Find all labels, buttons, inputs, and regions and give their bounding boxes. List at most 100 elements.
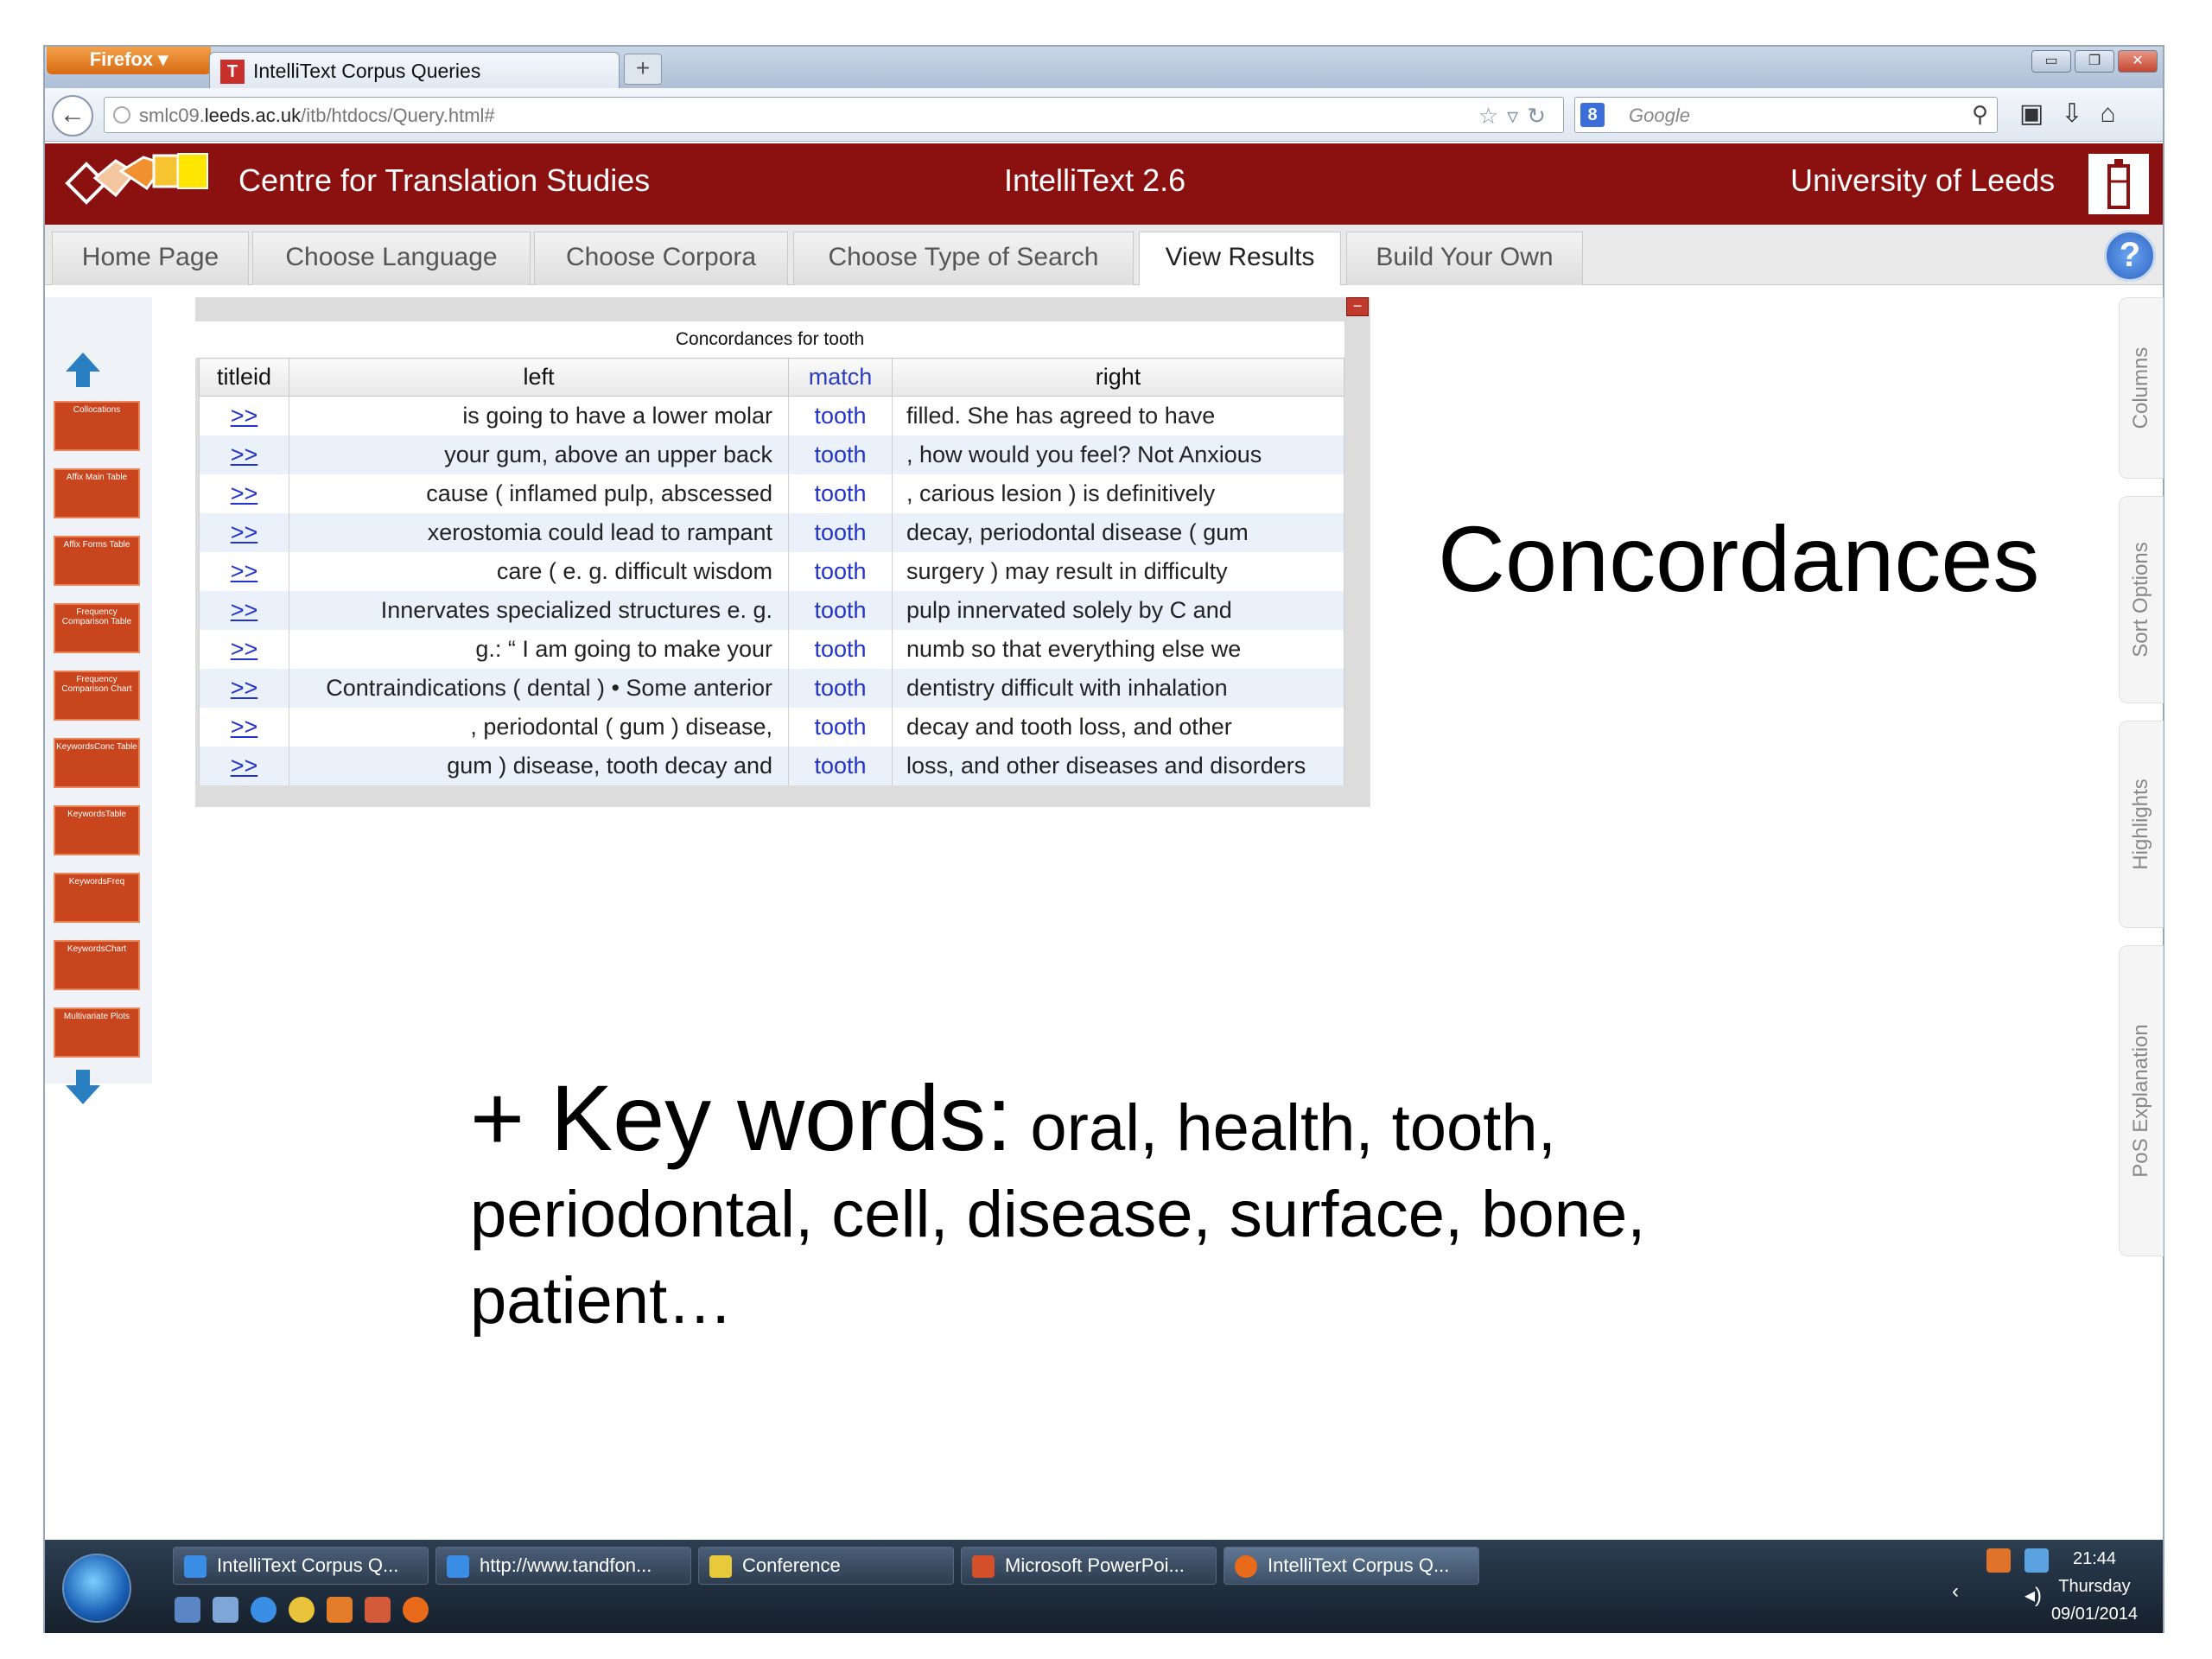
side-tab-columns[interactable]: Columns	[2119, 297, 2164, 479]
tool-sidebar: Collocations Affix Main Table Affix Form…	[45, 297, 152, 1104]
keywords-heading: + Key words:	[470, 1065, 1013, 1170]
close-icon[interactable]: ✕	[2118, 50, 2158, 73]
system-tray: ‹ ◂) 21:44 Thursday 09/01/2014	[1952, 1545, 2142, 1628]
centre-title: Centre for Translation Studies	[238, 162, 651, 198]
search-engine-icon[interactable]: 8	[1580, 103, 1605, 127]
left-context: Contraindications ( dental ) • Some ante…	[289, 668, 789, 708]
concordance-table: titleid left match right >> is going to h…	[199, 358, 1344, 785]
title-link[interactable]: >>	[231, 753, 258, 779]
tab-build-your-own[interactable]: Build Your Own	[1346, 232, 1583, 285]
match-word: tooth	[788, 396, 893, 435]
title-link[interactable]: >>	[231, 597, 258, 623]
scroll-up-arrow-icon[interactable]	[62, 349, 104, 391]
affix-main-table-button[interactable]: Affix Main Table	[54, 468, 140, 518]
table-row: >> care ( e. g. difficult wisdom tooth surg…	[199, 551, 1344, 591]
new-tab-button[interactable]: +	[624, 54, 662, 85]
match-word: tooth	[788, 474, 893, 513]
url-text: smlc09.leeds.ac.uk/itb/htdocs/Query.html…	[139, 105, 495, 126]
start-button[interactable]	[62, 1554, 131, 1623]
bookmark-star-icon[interactable]: ☆▿↻	[1478, 103, 1554, 130]
show-desktop-icon[interactable]	[175, 1597, 200, 1623]
tab-choose-type-of-search[interactable]: Choose Type of Search	[793, 232, 1134, 285]
firefox-menu-button[interactable]: Firefox ▾	[47, 47, 211, 74]
keywords-conc-table-button[interactable]: KeywordsConc Table	[54, 738, 140, 788]
left-context: g.: “ I am going to make your	[289, 629, 789, 669]
search-placeholder: Google	[1629, 105, 1690, 126]
match-word: tooth	[788, 629, 893, 669]
tab-home-page[interactable]: Home Page	[52, 232, 249, 285]
affix-forms-table-button[interactable]: Affix Forms Table	[54, 536, 140, 586]
cts-logo	[65, 153, 208, 205]
back-arrow-icon[interactable]: ←	[52, 95, 93, 137]
left-context: care ( e. g. difficult wisdom	[289, 551, 789, 591]
firefox-quick-icon[interactable]	[403, 1597, 429, 1623]
title-link[interactable]: >>	[231, 403, 258, 429]
taskbar-item[interactable]: Microsoft PowerPoi...	[961, 1547, 1217, 1585]
taskbar-item[interactable]: http://www.tandfon...	[435, 1547, 691, 1585]
tray-app-icon[interactable]	[1986, 1548, 2011, 1573]
switch-windows-icon[interactable]	[213, 1597, 238, 1623]
frequency-comparison-chart-button[interactable]: Frequency Comparison Chart	[54, 671, 140, 721]
column-header-right[interactable]: right	[892, 358, 1344, 397]
powerpoint-icon	[972, 1555, 995, 1578]
left-context: is going to have a lower molar	[289, 396, 789, 435]
toolbar-icons[interactable]: ▣⇩⌂	[2019, 99, 2133, 129]
multivariate-plots-button[interactable]: Multivariate Plots	[54, 1007, 140, 1058]
browser-window: Firefox ▾ T IntelliText Corpus Queries +…	[43, 45, 2164, 1633]
column-header-match[interactable]: match	[788, 358, 893, 397]
title-link[interactable]: >>	[231, 519, 258, 545]
help-icon[interactable]: ?	[2104, 230, 2156, 282]
title-link[interactable]: >>	[231, 675, 258, 701]
app-icon-2[interactable]	[365, 1597, 391, 1623]
tab-choose-corpora[interactable]: Choose Corpora	[534, 232, 788, 285]
scroll-down-arrow-icon[interactable]	[62, 1066, 104, 1108]
side-tab-sort-options[interactable]: Sort Options	[2119, 496, 2164, 703]
search-bar[interactable]: 8 Google ⚲	[1574, 97, 1998, 133]
tab-view-results[interactable]: View Results	[1139, 232, 1341, 285]
match-word: tooth	[788, 590, 893, 630]
keywords-text: + Key words: oral, health, tooth, period…	[470, 1071, 1853, 1344]
url-bar[interactable]: smlc09.leeds.ac.uk/itb/htdocs/Query.html…	[104, 97, 1564, 133]
volume-icon[interactable]: ◂)	[2024, 1583, 2042, 1608]
title-link[interactable]: >>	[231, 442, 258, 467]
clock[interactable]: 21:44 Thursday 09/01/2014	[2047, 1545, 2142, 1628]
keywords-freq-button[interactable]: KeywordsFreq	[54, 873, 140, 923]
quick-launch	[175, 1597, 429, 1623]
restore-icon[interactable]: ❐	[2075, 50, 2114, 73]
taskbar-item[interactable]: Conference	[698, 1547, 954, 1585]
frequency-comparison-table-button[interactable]: Frequency Comparison Table	[54, 603, 140, 653]
browser-tab[interactable]: T IntelliText Corpus Queries	[209, 52, 620, 88]
right-context: , carious lesion ) is definitively	[892, 474, 1344, 513]
table-row: >> is going to have a lower molar tooth fil…	[199, 396, 1344, 435]
tray-expand-icon[interactable]: ‹	[1952, 1580, 1959, 1604]
taskbar-item-active[interactable]: IntelliText Corpus Q...	[1224, 1547, 1479, 1585]
title-link[interactable]: >>	[231, 636, 258, 662]
clock-date: 09/01/2014	[2050, 1605, 2139, 1624]
app-icon[interactable]	[327, 1597, 353, 1623]
title-link[interactable]: >>	[231, 480, 258, 506]
tab-choose-language[interactable]: Choose Language	[252, 232, 531, 285]
ie-quick-icon[interactable]	[251, 1597, 276, 1623]
network-icon[interactable]	[2024, 1548, 2049, 1573]
table-row: >> g.: “ I am going to make your tooth numb…	[199, 629, 1344, 669]
taskbar-item[interactable]: IntelliText Corpus Q...	[173, 1547, 429, 1585]
keywords-chart-button[interactable]: KeywordsChart	[54, 940, 140, 990]
right-context: , how would you feel? Not Anxious	[892, 435, 1344, 474]
column-header-left[interactable]: left	[289, 358, 789, 397]
right-context: surgery ) may result in difficulty	[892, 551, 1344, 591]
match-word: tooth	[788, 435, 893, 474]
side-tab-pos-explanation[interactable]: PoS Explanation	[2119, 945, 2164, 1256]
title-link[interactable]: >>	[231, 558, 258, 584]
left-context: cause ( inflamed pulp, abscessed	[289, 474, 789, 513]
column-header-titleid[interactable]: titleid	[199, 358, 289, 397]
minimize-icon[interactable]: ▭	[2031, 50, 2071, 73]
panel-close-icon[interactable]: −	[1346, 297, 1369, 316]
slide-title: Concordances	[1438, 506, 2040, 611]
side-tab-highlights[interactable]: Highlights	[2119, 721, 2164, 928]
table-row: >> cause ( inflamed pulp, abscessed tooth,…	[199, 474, 1344, 513]
title-link[interactable]: >>	[231, 714, 258, 740]
chrome-icon[interactable]	[289, 1597, 315, 1623]
collocations-button[interactable]: Collocations	[54, 401, 140, 451]
keywords-table-button[interactable]: KeywordsTable	[54, 805, 140, 855]
search-icon[interactable]: ⚲	[1972, 101, 1988, 128]
